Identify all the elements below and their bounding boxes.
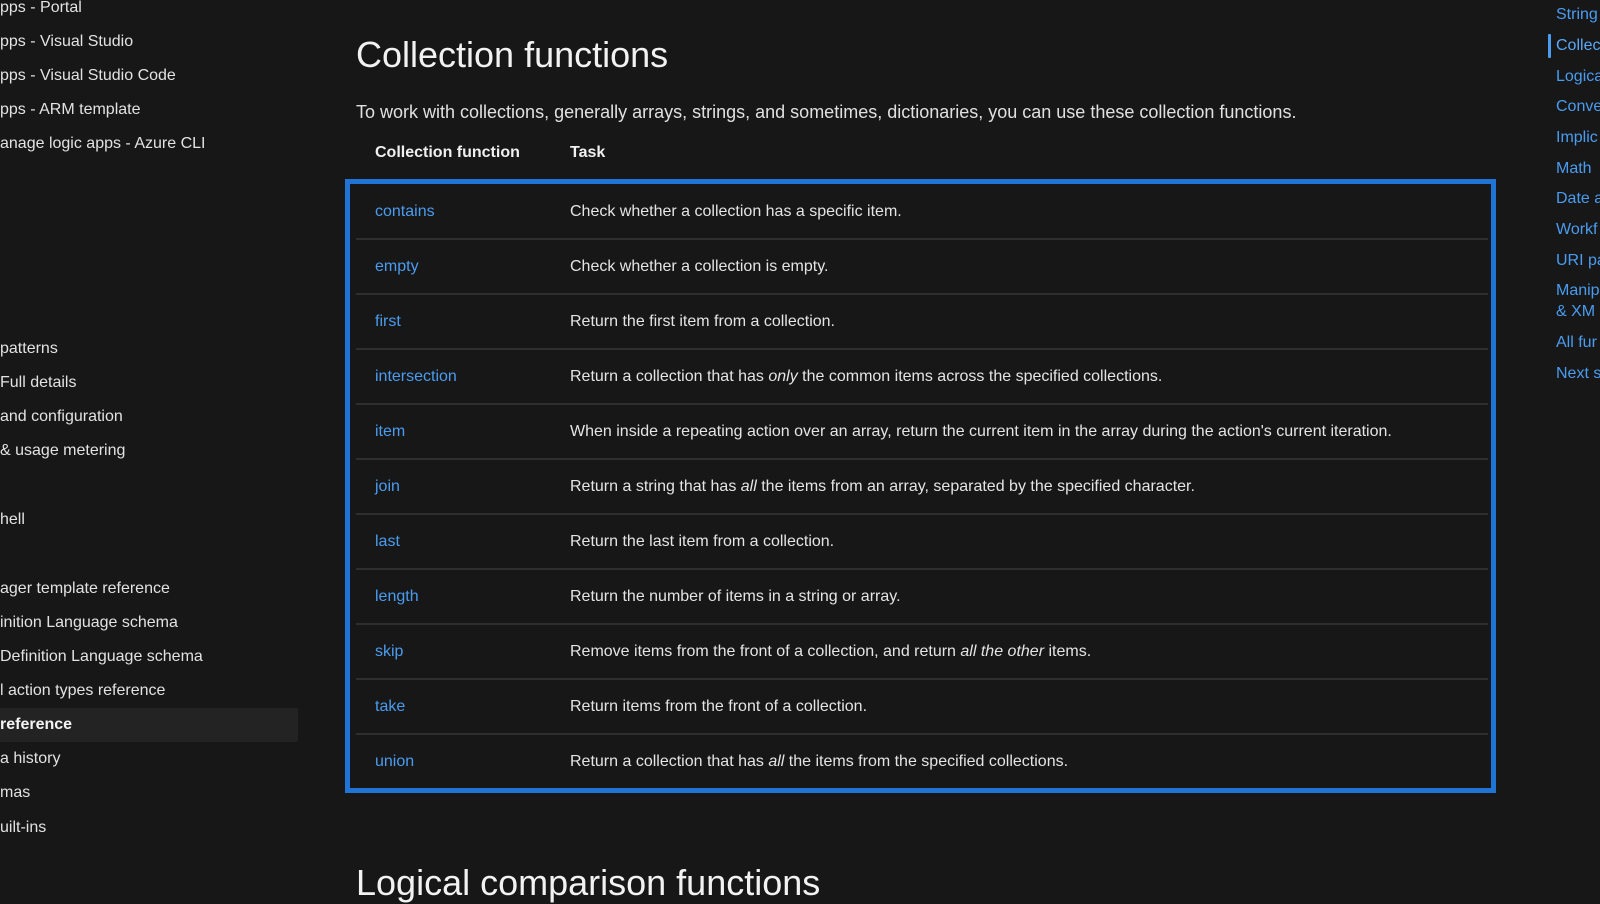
task-text: Return the number of items in a string o… [570,588,901,605]
toc-item[interactable]: Workf [1556,219,1597,240]
function-link-empty[interactable]: empty [375,240,419,293]
toc-item[interactable]: Math [1556,158,1592,179]
task-description: Return the last item from a collection. [570,515,834,568]
emphasis-text: only [768,368,798,385]
task-text: items. [1044,643,1092,660]
function-link-length[interactable]: length [375,570,419,623]
collection-functions-table: contains Check whether a collection has a… [356,185,1488,790]
toc-item[interactable]: Date a [1556,188,1600,209]
toc-item[interactable]: Logica [1556,66,1600,87]
table-row: take Return items from the front of a col… [356,680,1488,735]
function-link-skip[interactable]: skip [375,625,403,678]
task-description: Return items from the front of a collect… [570,680,867,733]
table-row: skip Remove items from the front of a col… [356,625,1488,680]
task-description: Remove items from the front of a collect… [570,625,1091,678]
task-text: the common items across the specified co… [797,368,1163,385]
function-link-first[interactable]: first [375,295,401,348]
nav-item[interactable]: Full details [0,366,298,400]
table-row: empty Check whether a collection is empty… [356,240,1488,295]
task-text: Return the last item from a collection. [570,533,835,550]
nav-item[interactable]: ager template reference [0,572,298,606]
page-title: Collection functions [356,34,669,75]
toc-item[interactable]: Conve [1556,96,1600,117]
task-text: Check whether a collection has a specifi… [570,203,902,220]
emphasis-text: all [740,478,757,495]
task-text: Return the first item from a collection. [570,313,835,330]
toc-item[interactable]: Implic [1556,127,1598,148]
task-description: Return a collection that has all the ite… [570,735,1068,788]
nav-item[interactable]: pps - ARM template [0,93,298,127]
function-link-contains[interactable]: contains [375,185,435,238]
task-description: Return a collection that has only the co… [570,350,1162,403]
nav-item[interactable]: hell [0,503,298,537]
task-text: Return a collection that has [570,368,769,385]
left-nav: pps - Portal pps - Visual Studio pps - Vis… [0,0,300,900]
task-description: Return the first item from a collection. [570,295,835,348]
toc-item[interactable]: URI pa [1556,250,1600,271]
table-row: intersection Return a collection that has… [356,350,1488,405]
intro-paragraph: To work with collections, generally arra… [356,102,1297,122]
emphasis-text: all [768,753,785,770]
table-row: join Return a string that has all the ite… [356,460,1488,515]
table-row: first Return the first item from a collec… [356,295,1488,350]
task-description: Return a string that has all the items f… [570,460,1195,513]
task-text: Check whether a collection is empty. [570,258,829,275]
nav-item[interactable]: pps - Visual Studio [0,25,298,59]
nav-item[interactable]: pps - Portal [0,0,298,25]
function-link-last[interactable]: last [375,515,400,568]
nav-item[interactable]: patterns [0,332,298,366]
nav-item[interactable]: mas [0,776,298,810]
function-link-join[interactable]: join [375,460,400,513]
task-text: Remove items from the front of a collect… [570,643,961,660]
nav-item[interactable]: reference [0,708,298,742]
emphasis-text: all the other [960,643,1045,660]
nav-item[interactable]: l action types reference [0,674,298,708]
task-description: When inside a repeating action over an a… [570,405,1392,458]
function-link-take[interactable]: take [375,680,405,733]
task-description: Check whether a collection has a specifi… [570,185,902,238]
header-collection-function: Collection function [375,144,520,161]
toc-item[interactable]: Next s [1556,363,1600,384]
toc-item[interactable]: String [1556,4,1598,25]
table-row: contains Check whether a collection has a… [356,185,1488,240]
toc-item[interactable]: All fur [1556,332,1597,353]
toc-item[interactable]: Collec [1556,35,1600,56]
toc-item[interactable]: Manip [1556,280,1600,301]
function-link-union[interactable]: union [375,735,414,788]
task-text: the items from an array, separated by th… [756,478,1195,495]
toc-active-indicator [1548,34,1551,58]
on-this-page-toc: String Collec Logica Conve Implic Math Date a W… [1548,0,1600,900]
table-row: item When inside a repeating action over … [356,405,1488,460]
nav-item[interactable]: & usage metering [0,434,298,468]
task-text: Return a string that has [570,478,741,495]
task-text: Return items from the front of a collect… [570,698,868,715]
nav-item[interactable]: a history [0,742,298,776]
task-text: the items from the specified collections… [784,753,1069,770]
function-link-intersection[interactable]: intersection [375,350,457,403]
nav-item[interactable]: pps - Visual Studio Code [0,59,298,93]
nav-item[interactable]: anage logic apps - Azure CLI [0,127,298,161]
logical-comparison-heading: Logical comparison functions [356,862,821,903]
task-description: Check whether a collection is empty. [570,240,828,293]
table-row: last Return the last item from a collecti… [356,515,1488,570]
toc-item[interactable]: & XM [1556,301,1595,322]
nav-item[interactable]: Definition Language schema [0,640,298,674]
task-text: Return a collection that has [570,753,769,770]
task-description: Return the number of items in a string o… [570,570,901,623]
nav-item[interactable]: inition Language schema [0,606,298,640]
header-task: Task [570,144,606,161]
nav-item[interactable]: and configuration [0,400,298,434]
task-text: When inside a repeating action over an a… [570,423,1392,440]
nav-item[interactable]: uilt-ins [0,811,298,845]
table-row: length Return the number of items in a st… [356,570,1488,625]
function-link-item[interactable]: item [375,405,405,458]
table-row: union Return a collection that has all th… [356,735,1488,790]
